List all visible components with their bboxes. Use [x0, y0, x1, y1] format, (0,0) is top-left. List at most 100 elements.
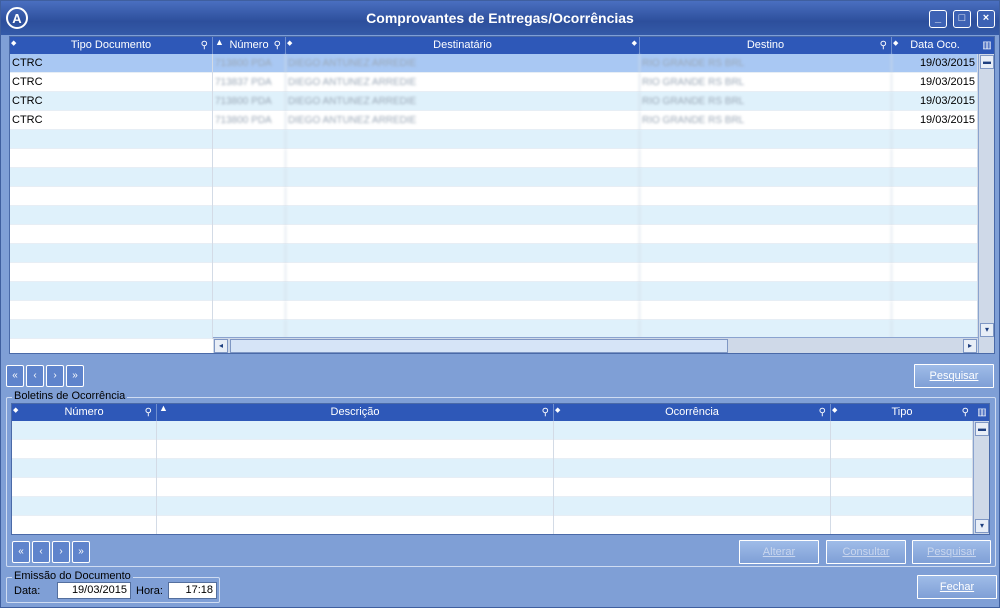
last-record-button[interactable]: » — [66, 365, 84, 387]
cell-tipo: CTRC — [10, 92, 213, 111]
cell-tipo — [10, 187, 213, 206]
table-row[interactable]: CTRC 713837 PDA DIEGO ANTUNEZ ARREDIE RIO G… — [10, 73, 978, 92]
table-row[interactable]: CTRC 713800 PDA DIEGO ANTUNEZ ARREDIE RIO G… — [10, 54, 978, 73]
cell-tipo — [10, 282, 213, 301]
cell-numero — [213, 168, 286, 187]
title-bar: A Comprovantes de Entregas/Ocorrências _… — [1, 1, 999, 35]
consultar-button[interactable]: Consultar — [826, 540, 906, 564]
first-record-button[interactable]: « — [6, 365, 24, 387]
scroll-thumb[interactable] — [230, 339, 728, 353]
empty-cell — [831, 478, 973, 497]
empty-cell — [12, 459, 157, 478]
hora-label: Hora: — [136, 585, 163, 597]
empty-row — [12, 516, 973, 534]
col-header-destino[interactable]: Destino ⚲ — [640, 37, 892, 54]
scroll-down-icon[interactable]: ▾ — [975, 519, 989, 533]
cell-numero — [213, 244, 286, 263]
data-field[interactable]: 19/03/2015 — [57, 582, 131, 599]
cell-destino: RIO GRANDE RS BRL — [640, 54, 892, 73]
search-icon[interactable]: ⚲ — [542, 404, 549, 421]
cell-numero — [213, 225, 286, 244]
fechar-button[interactable]: Fechar — [917, 575, 997, 599]
prev-record-button[interactable]: ‹ — [26, 365, 44, 387]
column-chooser-icon[interactable]: ▥ — [973, 404, 989, 421]
col-header-tipo[interactable]: ◆ Tipo ⚲ — [831, 404, 973, 421]
scroll-down-icon[interactable]: ▾ — [980, 323, 994, 337]
search-icon[interactable]: ⚲ — [201, 37, 208, 54]
empty-row — [10, 301, 978, 320]
empty-cell — [554, 421, 831, 440]
col-header-data-oco[interactable]: ◆ Data Oco. — [892, 37, 978, 54]
vertical-scrollbar[interactable]: ▬ ▾ — [973, 421, 989, 534]
scroll-up-icon[interactable]: ▬ — [980, 55, 994, 69]
boletins-grid[interactable]: ◆ Número ⚲ ▲ Descrição ⚲ ◆ Ocorrência ⚲ ◆ Tipo ⚲… — [11, 403, 990, 535]
cell-destino — [640, 282, 892, 301]
cell-destino — [640, 244, 892, 263]
empty-row — [12, 478, 973, 497]
vertical-scrollbar[interactable]: ▬ ▾ — [978, 54, 994, 353]
cell-destino — [640, 301, 892, 320]
maximize-button[interactable]: □ — [953, 10, 971, 28]
next-record-button[interactable]: › — [46, 365, 64, 387]
cell-dest: DIEGO ANTUNEZ ARREDIE — [286, 111, 640, 130]
cell-data — [892, 244, 978, 263]
bo-next-button[interactable]: › — [52, 541, 70, 563]
cell-data: 19/03/2015 — [892, 92, 978, 111]
cell-tipo: CTRC — [10, 54, 213, 73]
cell-data: 19/03/2015 — [892, 111, 978, 130]
search-icon[interactable]: ⚲ — [962, 404, 969, 421]
empty-row — [12, 440, 973, 459]
documents-grid[interactable]: ◆ Tipo Documento ⚲ ▲ Número ⚲ ◆ Destinatário ◆… — [9, 36, 995, 354]
bo-first-button[interactable]: « — [12, 541, 30, 563]
alterar-button[interactable]: Alterar — [739, 540, 819, 564]
scroll-up-icon[interactable]: ▬ — [975, 422, 989, 436]
empty-cell — [157, 516, 554, 534]
sort-asc-icon: ▲ — [159, 404, 168, 413]
col-header-ocorrencia[interactable]: ◆ Ocorrência ⚲ — [554, 404, 831, 421]
table-row[interactable]: CTRC 713800 PDA DIEGO ANTUNEZ ARREDIE RIO G… — [10, 92, 978, 111]
col-header-bo-numero[interactable]: ◆ Número ⚲ — [12, 404, 157, 421]
empty-cell — [831, 459, 973, 478]
cell-numero — [213, 282, 286, 301]
cell-dest — [286, 187, 640, 206]
search-icon[interactable]: ⚲ — [880, 37, 887, 54]
empty-row — [10, 225, 978, 244]
pesquisar-bottom-button[interactable]: Pesquisar — [912, 540, 991, 564]
search-icon[interactable]: ⚲ — [145, 404, 152, 421]
cell-destino: RIO GRANDE RS BRL — [640, 92, 892, 111]
horizontal-scrollbar[interactable]: ◂ ▸ — [213, 337, 978, 353]
hora-field[interactable]: 17:18 — [168, 582, 217, 599]
empty-row — [12, 421, 973, 440]
minimize-button[interactable]: _ — [929, 10, 947, 28]
empty-cell — [831, 421, 973, 440]
table-row[interactable]: CTRC 713800 PDA DIEGO ANTUNEZ ARREDIE RIO G… — [10, 111, 978, 130]
cell-dest: DIEGO ANTUNEZ ARREDIE — [286, 73, 640, 92]
scroll-left-icon[interactable]: ◂ — [214, 339, 228, 353]
search-icon[interactable]: ⚲ — [819, 404, 826, 421]
cell-numero: 713800 PDA — [213, 111, 286, 130]
cell-destino — [640, 187, 892, 206]
cell-dest — [286, 206, 640, 225]
window: A Comprovantes de Entregas/Ocorrências _… — [0, 0, 1000, 608]
scroll-right-icon[interactable]: ▸ — [963, 339, 977, 353]
cell-numero — [213, 149, 286, 168]
column-chooser-icon[interactable]: ▥ — [978, 37, 994, 54]
empty-row — [10, 206, 978, 225]
col-header-tipo-documento[interactable]: ◆ Tipo Documento ⚲ — [10, 37, 213, 54]
close-button[interactable]: × — [977, 10, 995, 28]
cell-numero — [213, 263, 286, 282]
empty-cell — [12, 497, 157, 516]
empty-row — [10, 263, 978, 282]
empty-row — [12, 459, 973, 478]
cell-tipo — [10, 244, 213, 263]
col-header-descricao[interactable]: ▲ Descrição ⚲ — [157, 404, 554, 421]
window-title: Comprovantes de Entregas/Ocorrências — [366, 10, 634, 26]
cell-data — [892, 130, 978, 149]
col-header-destinatario[interactable]: ◆ Destinatário ◆ — [286, 37, 640, 54]
bo-last-button[interactable]: » — [72, 541, 90, 563]
empty-cell — [554, 459, 831, 478]
col-header-numero[interactable]: ▲ Número ⚲ — [213, 37, 286, 54]
search-icon[interactable]: ⚲ — [274, 37, 281, 54]
pesquisar-top-button[interactable]: Pesquisar — [914, 364, 994, 388]
bo-prev-button[interactable]: ‹ — [32, 541, 50, 563]
